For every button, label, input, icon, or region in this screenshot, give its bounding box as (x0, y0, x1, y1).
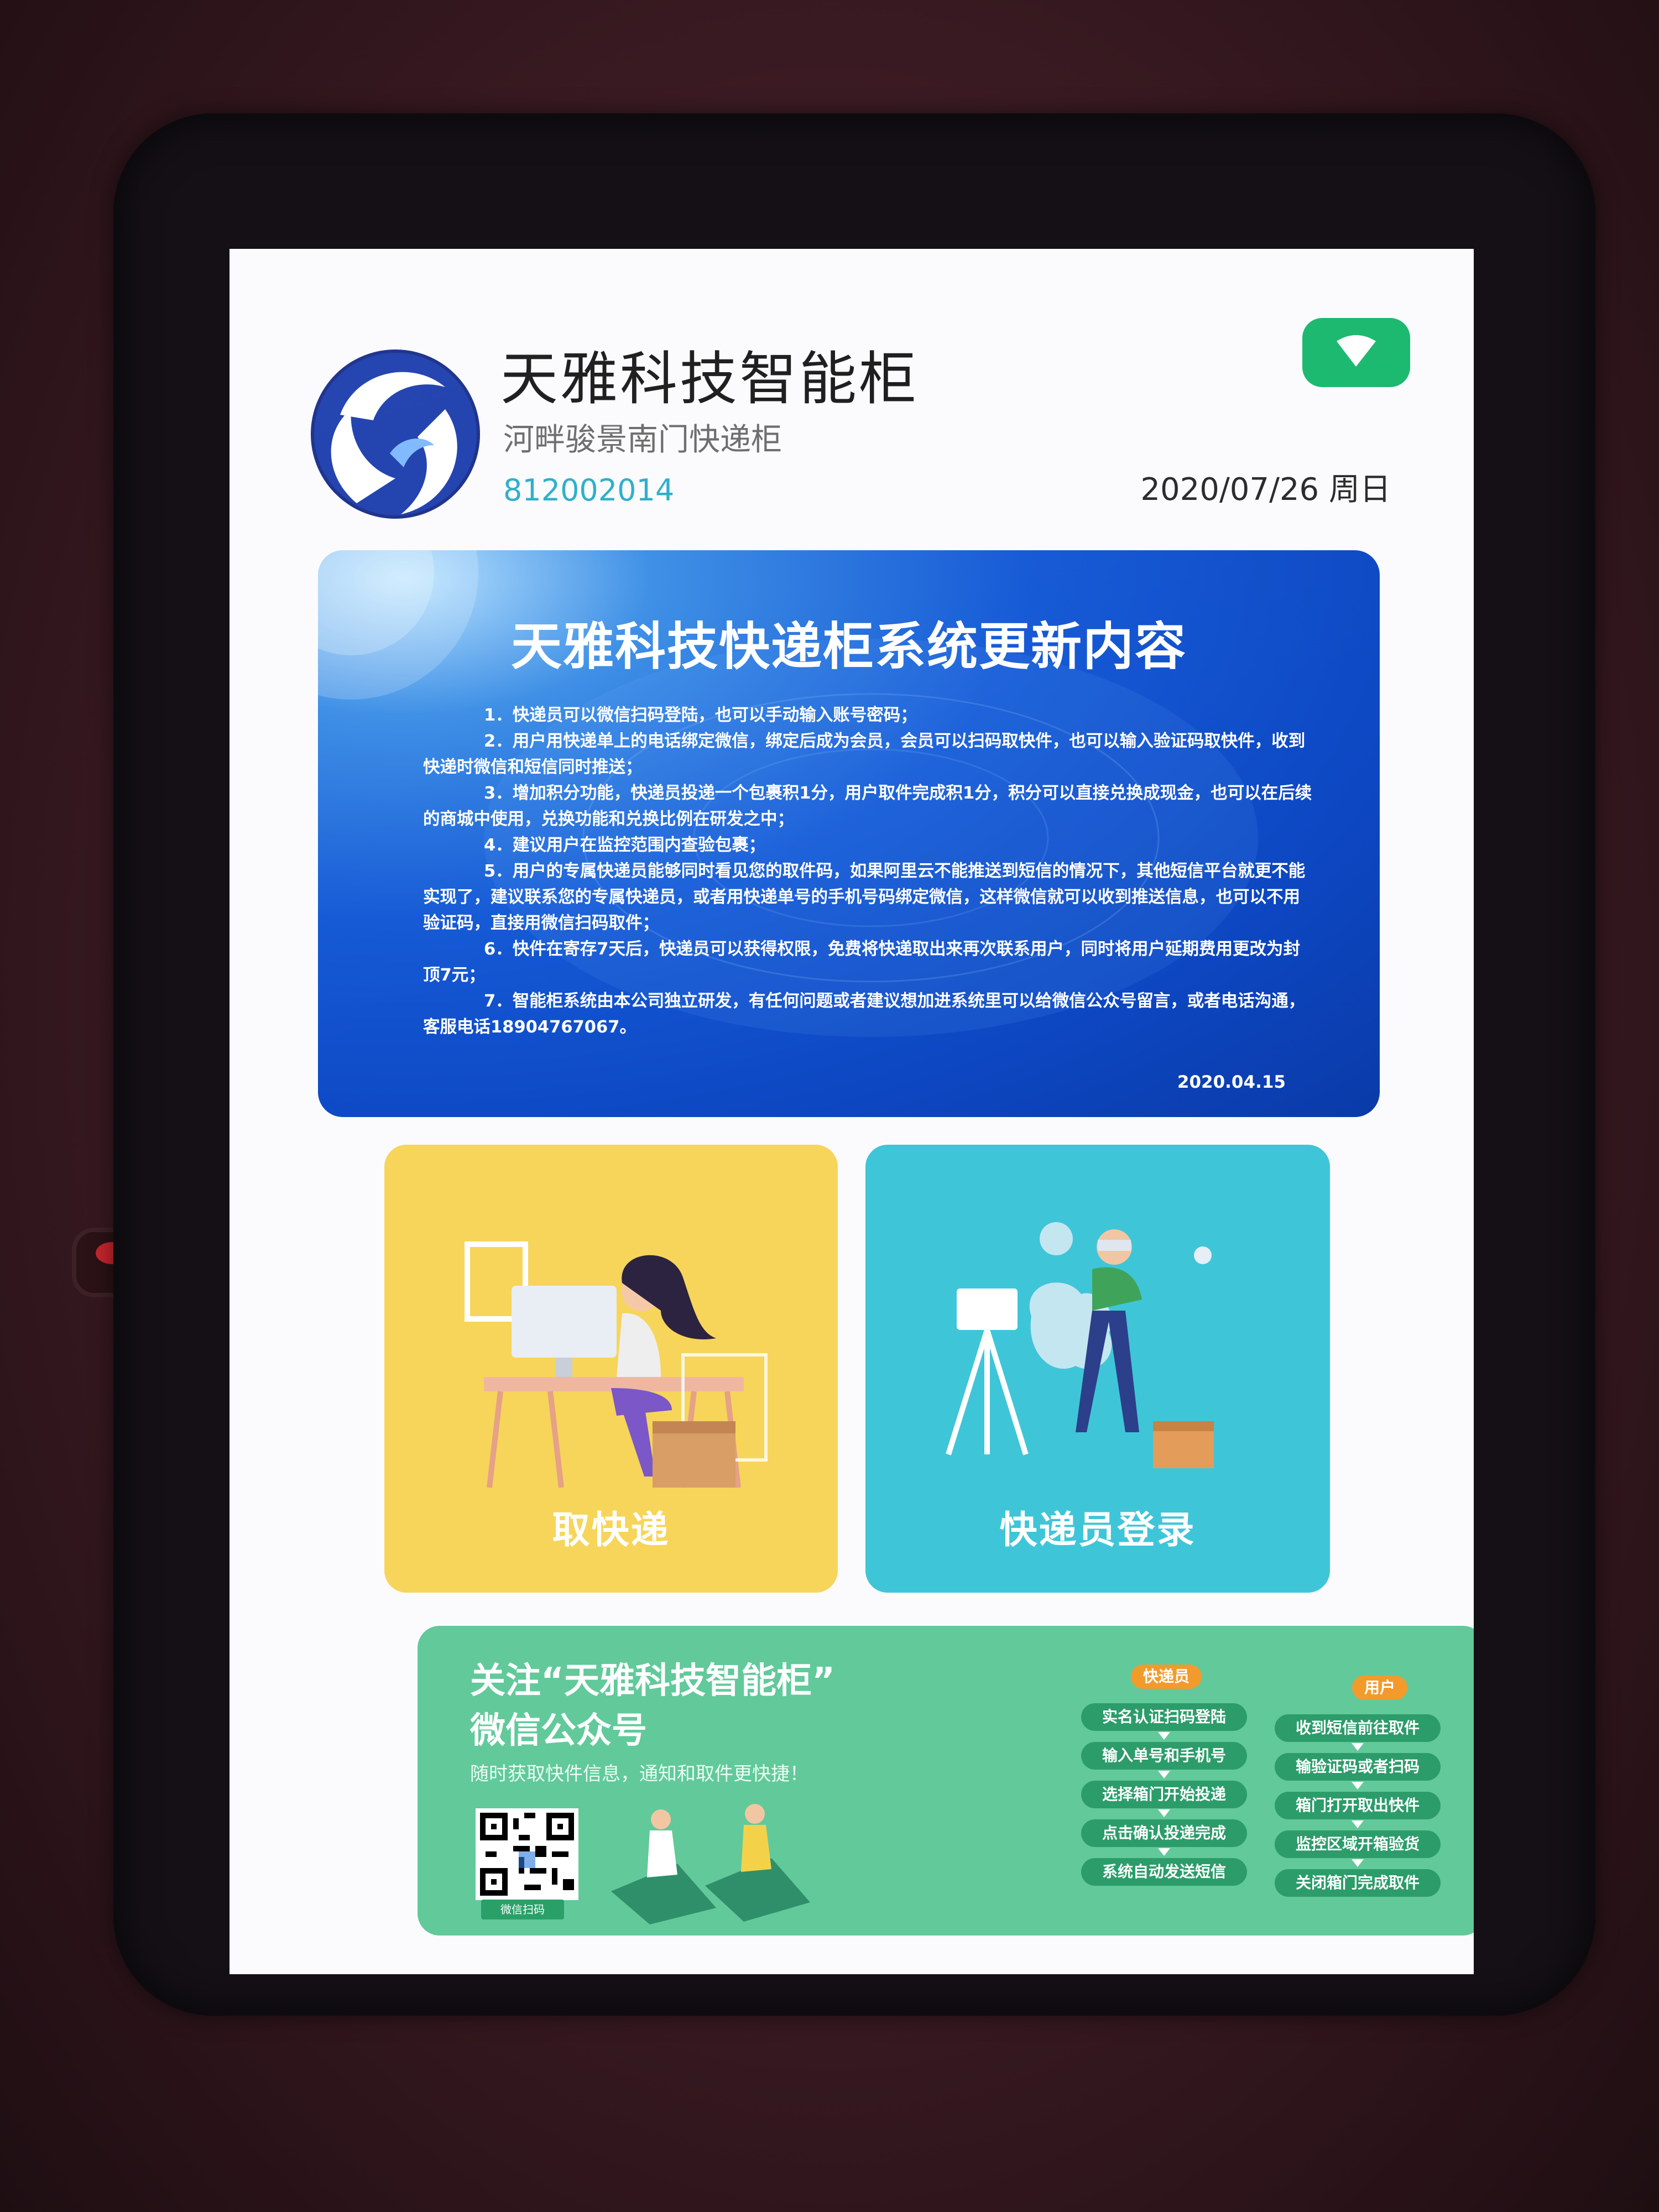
user-flow-step: 关闭箱门完成取件 (1275, 1869, 1441, 1897)
courier-flow-step: 点击确认投递完成 (1081, 1819, 1247, 1847)
notice-item: 5．用户的专属快递员能够同时看见您的取件码，如果阿里云不能推送到短信的情况下，其… (423, 862, 1306, 933)
follow-title: 关注“天雅科技智能柜” 微信公众号 (470, 1656, 835, 1756)
courier-flow-heading: 快递员 (1131, 1665, 1202, 1689)
wifi-icon (1337, 335, 1376, 367)
current-date: 2020/07/26 周日 (1140, 472, 1391, 508)
follow-title-line1: 关注“天雅科技智能柜” (470, 1661, 836, 1702)
pickup-parcel-button[interactable]: 取快递 (384, 1145, 838, 1593)
flow-arrow-icon (1158, 1809, 1170, 1817)
notice-item: 1．快递员可以微信扫码登陆，也可以手动输入账号密码； (484, 706, 917, 725)
kiosk-screen: 天雅科技智能柜 河畔骏景南门快递柜 812002014 2020/07/26 周… (229, 249, 1474, 1974)
system-update-notice: 天雅科技快递柜系统更新内容 1．快递员可以微信扫码登陆，也可以手动输入账号密码；… (318, 550, 1380, 1117)
user-flow-step: 监控区域开箱验货 (1275, 1830, 1441, 1858)
pickup-label: 取快递 (552, 1509, 670, 1552)
wechat-follow-card: 关注“天雅科技智能柜” 微信公众号 随时获取快件信息，通知和取件更快捷！ 微信扫… (418, 1626, 1474, 1936)
cabinet-id: 812002014 (503, 473, 675, 508)
phone-couriers-illustration (611, 1804, 810, 1924)
notice-item: 2．用户用快递单上的电话绑定微信，绑定后成为会员，会员可以扫码取快件，也可以输入… (423, 732, 1306, 777)
notice-date: 2020.04.15 (1177, 1072, 1286, 1092)
flow-arrow-icon (1158, 1732, 1170, 1740)
wechat-qr-code[interactable] (476, 1808, 578, 1900)
flow-arrow-icon (1158, 1771, 1170, 1778)
user-flow-step: 收到短信前往取件 (1275, 1714, 1441, 1742)
courier-flow-step: 选择箱门开始投递 (1081, 1781, 1247, 1808)
courier-flow-step: 实名认证扫码登陆 (1081, 1703, 1247, 1731)
courier-flow-step: 系统自动发送短信 (1081, 1858, 1247, 1886)
courier-flow-step: 输入单号和手机号 (1081, 1742, 1247, 1770)
brand-title: 天雅科技智能柜 (500, 345, 919, 413)
flow-arrow-icon (1352, 1820, 1364, 1828)
courier-login-button[interactable]: 快递员登录 (865, 1145, 1330, 1593)
notice-title: 天雅科技快递柜系统更新内容 (510, 617, 1187, 676)
network-status-badge (1302, 318, 1410, 387)
flow-arrow-icon (1352, 1859, 1364, 1867)
follow-title-line2: 微信公众号 (470, 1710, 647, 1751)
courier-label: 快递员登录 (999, 1509, 1196, 1552)
notice-item: 3．增加积分功能，快递员投递一个包裹积1分，用户取件完成积1分，积分可以直接兑换… (423, 784, 1312, 829)
notice-item: 4．建议用户在监控范围内查验包裹； (484, 836, 766, 855)
notice-body: 1．快递员可以微信扫码登陆，也可以手动输入账号密码； 2．用户用快递单上的电话绑… (423, 702, 1313, 1040)
user-flow-heading: 用户 (1352, 1676, 1408, 1700)
qr-code-icon (480, 1813, 574, 1896)
notice-item: 7．智能柜系统由本公司独立研发，有任何问题或者建议想加进系统里可以给微信公众号留… (423, 992, 1306, 1037)
qr-caption: 微信扫码 (481, 1900, 564, 1919)
flow-arrow-icon (1352, 1782, 1364, 1790)
dolphin-swirl-logo (311, 349, 480, 519)
cabinet-location: 河畔骏景南门快递柜 (503, 422, 782, 458)
flow-arrow-icon (1352, 1743, 1364, 1751)
flow-arrow-icon (1158, 1848, 1170, 1856)
notice-item: 6．快件在寄存7天后，快递员可以获得权限，免费将快递取出来再次联系用户，同时将用… (423, 940, 1300, 985)
user-flow-step: 输验证码或者扫码 (1275, 1753, 1441, 1781)
user-flow-step: 箱门打开取出快件 (1275, 1792, 1441, 1819)
